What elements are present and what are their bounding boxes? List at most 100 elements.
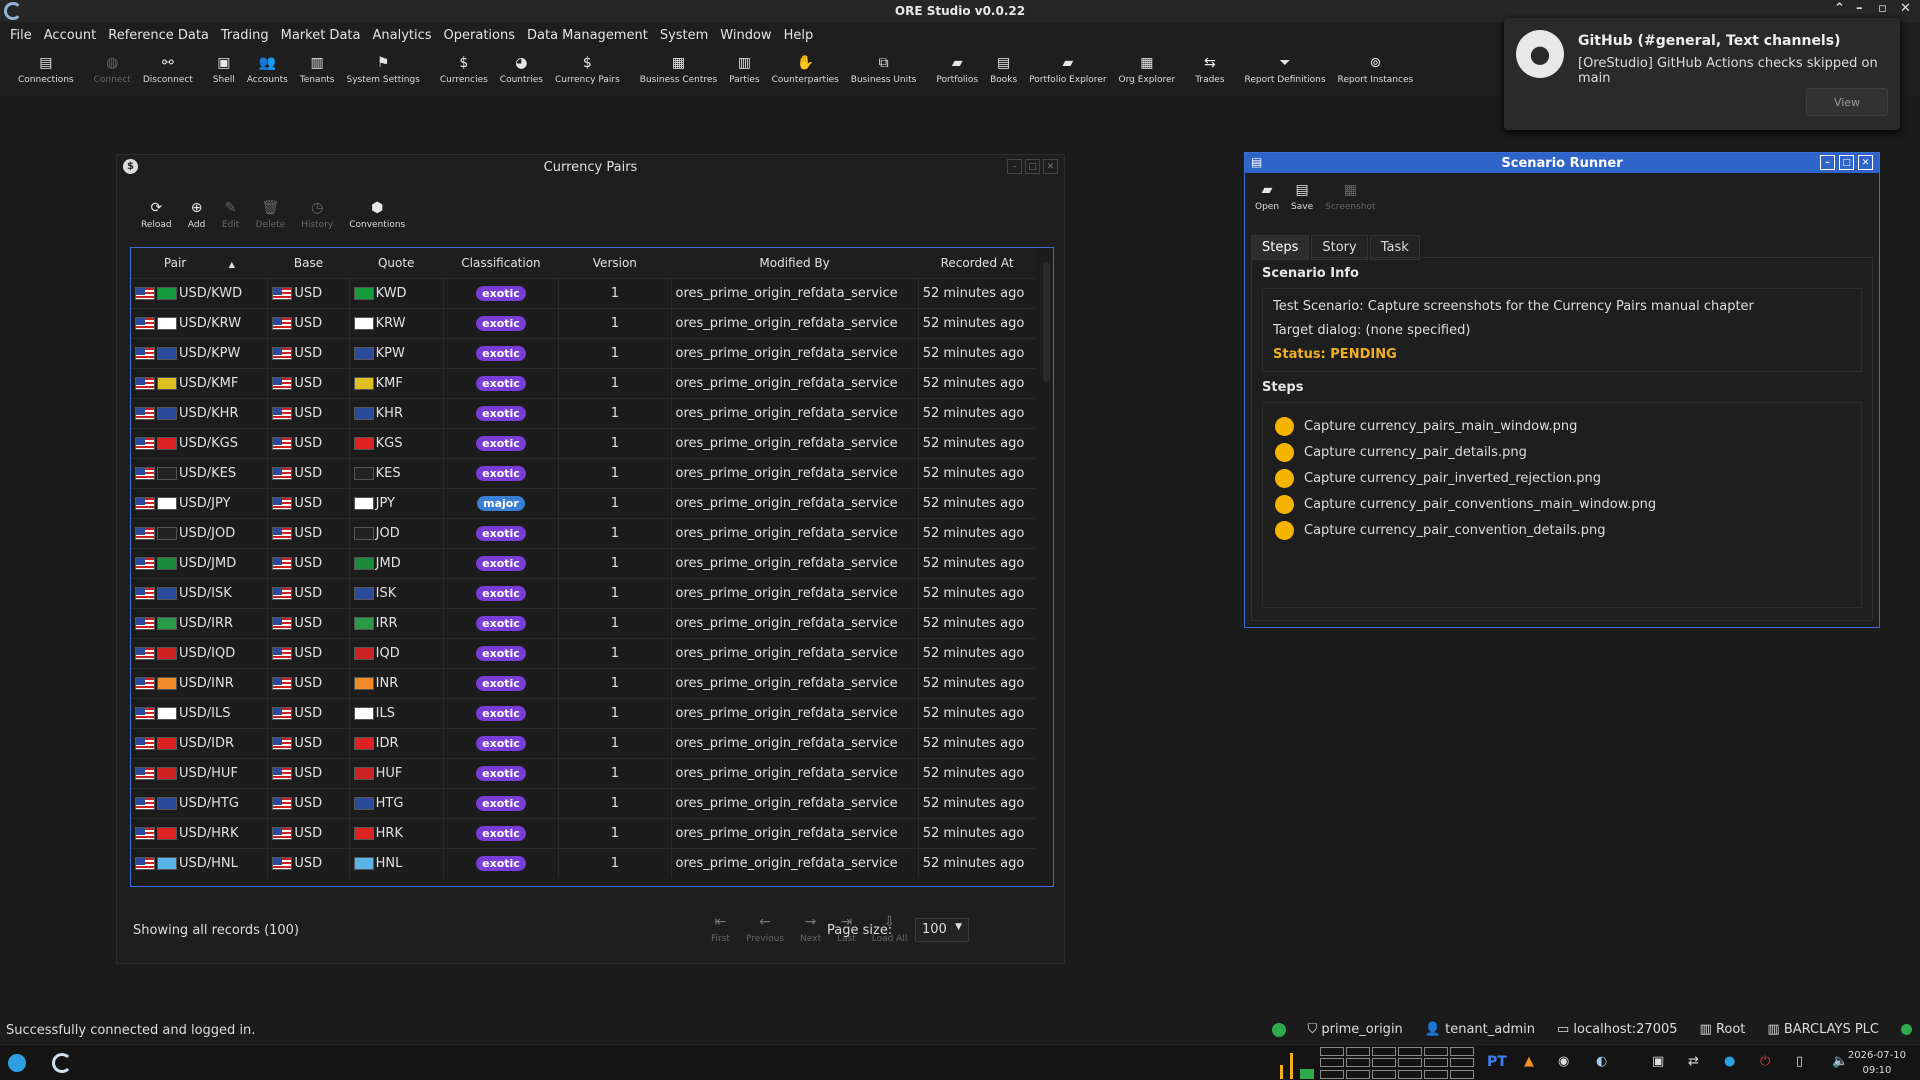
desktop-cell[interactable] xyxy=(1398,1058,1422,1068)
previous-button[interactable]: ← Previous xyxy=(738,913,792,944)
toolbar-trades-button[interactable]: ⇆ Trades xyxy=(1189,48,1230,85)
desktop-cell[interactable] xyxy=(1450,1047,1474,1056)
maximize-button[interactable]: □ xyxy=(1025,159,1040,174)
menu-window[interactable]: Window xyxy=(714,28,777,43)
toolbar-books-button[interactable]: ▤ Books xyxy=(984,48,1023,85)
table-row[interactable]: USD/JPY USD JPY major 1 ores_prime_origin_ref… xyxy=(131,487,1036,518)
next-button[interactable]: → Next xyxy=(792,913,829,944)
open-button[interactable]: ▰ Open xyxy=(1249,181,1285,212)
desktop-cell[interactable] xyxy=(1346,1069,1370,1079)
table-row[interactable]: USD/KWD USD KWD exotic 1 ores_prime_origin_re… xyxy=(131,277,1036,308)
table-row[interactable]: USD/HUF USD HUF exotic 1 ores_prime_origin_re… xyxy=(131,757,1036,788)
toolbar-system-settings-button[interactable]: ⚑ System Settings xyxy=(341,48,426,85)
clock[interactable]: 2026-07-10 09:10 xyxy=(1848,1048,1906,1078)
column-header-recorded-at[interactable]: Recorded At xyxy=(918,248,1036,278)
table-row[interactable]: USD/JMD USD JMD exotic 1 ores_prime_origin_re… xyxy=(131,547,1036,578)
toolbar-connections-button[interactable]: ▤ Connections xyxy=(12,48,80,85)
view-button[interactable]: View xyxy=(1806,88,1888,116)
table-row[interactable]: USD/KPW USD KPW exotic 1 ores_prime_origin_re… xyxy=(131,337,1036,368)
table-row[interactable]: USD/INR USD INR exotic 1 ores_prime_origin_re… xyxy=(131,667,1036,698)
table-row[interactable]: USD/KES USD KES exotic 1 ores_prime_origin_re… xyxy=(131,457,1036,488)
save-button[interactable]: ▤ Save xyxy=(1285,181,1319,212)
column-header-modified-by[interactable]: Modified By xyxy=(671,248,919,278)
menu-file[interactable]: File xyxy=(4,28,38,43)
desktop-cell[interactable] xyxy=(1424,1069,1448,1079)
maximize-button[interactable]: ▫ xyxy=(1878,1,1887,16)
first-button[interactable]: ⇤ First xyxy=(703,913,738,944)
ore-studio-task-icon[interactable] xyxy=(52,1053,72,1073)
desktop-cell[interactable] xyxy=(1424,1047,1448,1056)
table-row[interactable]: USD/HTG USD HTG exotic 1 ores_prime_origin_re… xyxy=(131,787,1036,818)
toolbar-portfolios-button[interactable]: ▰ Portfolios xyxy=(930,48,984,85)
column-header-base[interactable]: Base xyxy=(267,248,350,278)
column-header-quote[interactable]: Quote xyxy=(349,248,444,278)
close-button[interactable]: ✕ xyxy=(1900,1,1911,16)
desktop-cell[interactable] xyxy=(1372,1047,1396,1056)
desktop-cell[interactable] xyxy=(1320,1047,1344,1056)
menu-help[interactable]: Help xyxy=(778,28,820,43)
toolbar-parties-button[interactable]: ▥ Parties xyxy=(723,48,766,85)
vlc-icon[interactable]: ▲ xyxy=(1524,1054,1534,1069)
column-header-classification[interactable]: Classification xyxy=(443,248,559,278)
menu-reference-data[interactable]: Reference Data xyxy=(102,28,215,43)
desktop-cell[interactable] xyxy=(1424,1058,1448,1068)
table-row[interactable]: USD/IDR USD IDR exotic 1 ores_prime_origin_re… xyxy=(131,727,1036,758)
table-row[interactable]: USD/IQD USD IQD exotic 1 ores_prime_origin_re… xyxy=(131,637,1036,668)
reload-button[interactable]: ⟳ Reload xyxy=(133,195,180,230)
add-button[interactable]: ⊕ Add xyxy=(180,195,214,230)
delete-button[interactable]: 🗑 Delete xyxy=(248,195,294,230)
menu-system[interactable]: System xyxy=(654,28,714,43)
vertical-scrollbar[interactable] xyxy=(1041,252,1051,882)
table-row[interactable]: USD/KRW USD KRW exotic 1 ores_prime_origin_re… xyxy=(131,307,1036,338)
toolbar-tenants-button[interactable]: ▥ Tenants xyxy=(294,48,341,85)
screenshot-button[interactable]: ▦ Screenshot xyxy=(1319,181,1381,212)
desktop-cell[interactable] xyxy=(1320,1058,1344,1068)
start-menu-icon[interactable] xyxy=(8,1054,26,1072)
minimize-button[interactable]: – xyxy=(1820,155,1835,170)
lock-icon[interactable]: ▣ xyxy=(1652,1054,1664,1069)
menu-data-management[interactable]: Data Management xyxy=(521,28,654,43)
close-button[interactable]: ✕ xyxy=(1858,155,1873,170)
volume-icon[interactable]: 🔈 xyxy=(1832,1054,1848,1069)
edit-button[interactable]: ✎ Edit xyxy=(214,195,248,230)
minimize-button[interactable]: – xyxy=(1007,159,1022,174)
minimize-button[interactable]: – xyxy=(1856,1,1863,16)
desktop-cell[interactable] xyxy=(1320,1069,1344,1079)
table-row[interactable]: USD/KGS USD KGS exotic 1 ores_prime_origin_re… xyxy=(131,427,1036,458)
desktop-cell[interactable] xyxy=(1450,1058,1474,1068)
toolbar-business-units-button[interactable]: ⧉ Business Units xyxy=(845,48,923,85)
maximize-button[interactable]: □ xyxy=(1839,155,1854,170)
column-header-version[interactable]: Version xyxy=(558,248,671,278)
toolbar-counterparties-button[interactable]: ✋ Counterparties xyxy=(766,48,845,85)
desktop-cell[interactable] xyxy=(1372,1069,1396,1079)
table-row[interactable]: USD/KHR USD KHR exotic 1 ores_prime_origin_re… xyxy=(131,397,1036,428)
ore-tray-icon[interactable]: ◐ xyxy=(1596,1054,1607,1069)
close-button[interactable]: ✕ xyxy=(1043,159,1058,174)
toolbar-currency-pairs-button[interactable]: $ Currency Pairs xyxy=(549,48,626,85)
desktop-cell[interactable] xyxy=(1398,1069,1422,1079)
discord-icon[interactable]: ◉ xyxy=(1558,1054,1569,1069)
battery-icon[interactable]: ▯ xyxy=(1796,1054,1803,1069)
currency-pairs-table[interactable]: Pair ▲ Base Quote Classification Version Modi… xyxy=(130,247,1054,887)
table-row[interactable]: USD/JOD USD JOD exotic 1 ores_prime_origin_re… xyxy=(131,517,1036,548)
power-icon[interactable]: ⏻ xyxy=(1760,1054,1770,1069)
table-row[interactable]: USD/HNL USD HNL exotic 1 ores_prime_origin_re… xyxy=(131,847,1036,878)
history-button[interactable]: ◷ History xyxy=(293,195,341,230)
page-size-select[interactable]: 100 ▼ xyxy=(915,918,969,942)
desktop-cell[interactable] xyxy=(1398,1047,1422,1056)
toolbar-portfolio-explorer-button[interactable]: ▰ Portfolio Explorer xyxy=(1023,48,1112,85)
table-row[interactable]: USD/ILS USD ILS exotic 1 ores_prime_origin_re… xyxy=(131,697,1036,728)
toolbar-report-instances-button[interactable]: ⊚ Report Instances xyxy=(1332,48,1420,85)
toolbar-accounts-button[interactable]: 👥 Accounts xyxy=(241,48,294,85)
desktop-cell[interactable] xyxy=(1346,1047,1370,1056)
network-icon[interactable]: ⇄ xyxy=(1688,1054,1699,1069)
desktop-cell[interactable] xyxy=(1346,1058,1370,1068)
collapse-icon[interactable]: ⌃ xyxy=(1834,1,1845,16)
virtual-desktop-pager[interactable] xyxy=(1320,1047,1474,1079)
conventions-button[interactable]: ⬢ Conventions xyxy=(341,195,413,230)
toolbar-business-centres-button[interactable]: ▦ Business Centres xyxy=(634,48,723,85)
table-row[interactable]: USD/KMF USD KMF exotic 1 ores_prime_origin_re… xyxy=(131,367,1036,398)
toolbar-shell-button[interactable]: ▣ Shell xyxy=(207,48,241,85)
menu-operations[interactable]: Operations xyxy=(438,28,521,43)
keyboard-layout[interactable]: PT xyxy=(1487,1054,1507,1070)
